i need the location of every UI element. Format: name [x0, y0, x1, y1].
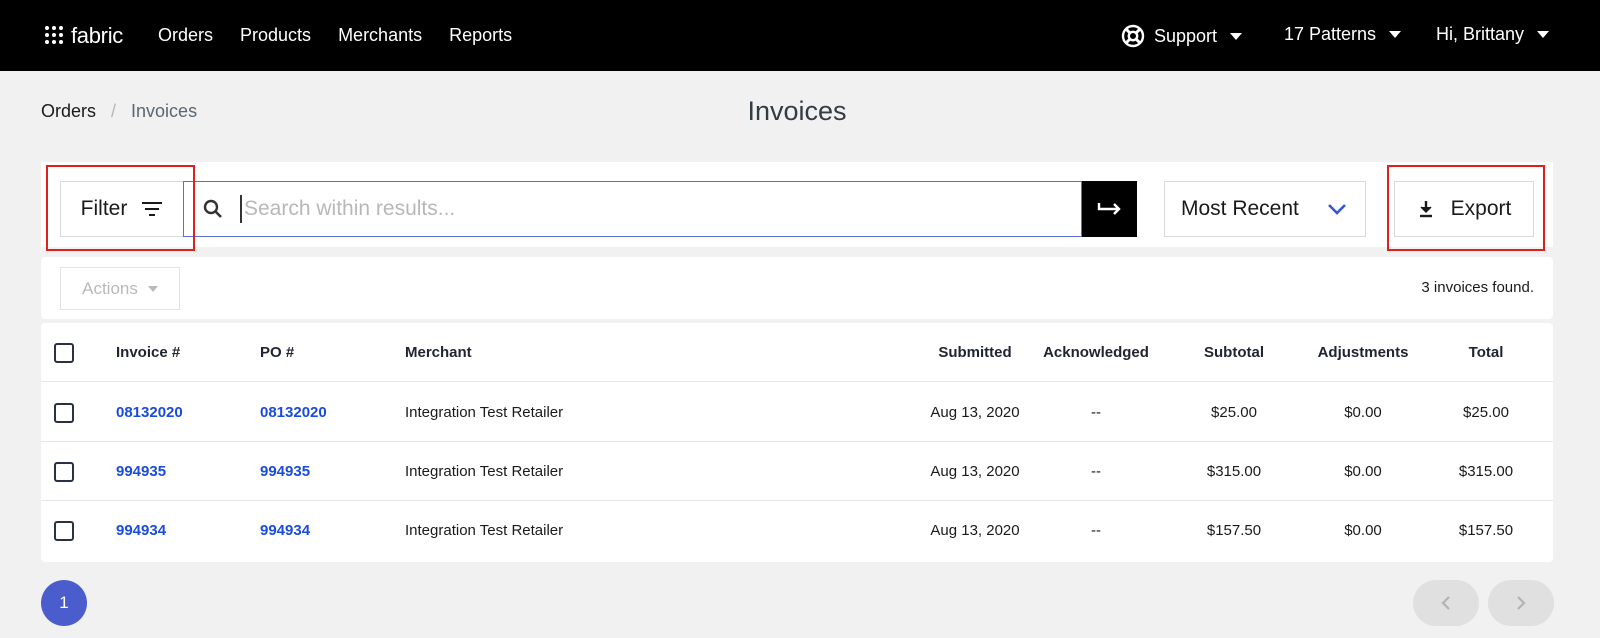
- total-cell: $25.00: [1463, 404, 1509, 421]
- sort-label: Most Recent: [1181, 197, 1299, 220]
- invoice-link[interactable]: 994934: [116, 501, 166, 560]
- merchant-cell: Integration Test Retailer: [405, 463, 564, 480]
- header-merchant: Merchant: [405, 344, 472, 361]
- search-submit-button[interactable]: [1082, 181, 1137, 237]
- patterns-label: 17 Patterns: [1284, 24, 1377, 44]
- prev-page-button[interactable]: [1413, 580, 1479, 626]
- search-icon: [203, 199, 222, 218]
- chevron-right-icon: [1517, 596, 1526, 610]
- total-cell: $315.00: [1458, 463, 1514, 480]
- chevron-down-icon: [1327, 204, 1346, 215]
- subtotal-cell: $157.50: [1206, 522, 1262, 539]
- chevron-down-icon: [1537, 31, 1550, 38]
- lifebuoy-icon: [1121, 24, 1145, 48]
- adjustments-cell: $0.00: [1344, 463, 1382, 480]
- sort-select[interactable]: Most Recent: [1164, 181, 1366, 237]
- highlight-box-export: [1387, 165, 1545, 251]
- chevron-down-icon: [147, 285, 158, 292]
- highlight-box-filter: [46, 165, 195, 251]
- row-checkbox[interactable]: [54, 402, 74, 423]
- merchant-cell: Integration Test Retailer: [405, 404, 564, 421]
- main-nav: Orders Products Merchants Reports: [158, 25, 512, 46]
- arrow-right-icon: [1097, 203, 1121, 215]
- header-adjustments: Adjustments: [1317, 344, 1409, 361]
- table-header-row: Invoice # PO # Merchant Submitted Acknow…: [41, 323, 1553, 382]
- search-input[interactable]: [240, 195, 1040, 223]
- submitted-cell: Aug 13, 2020: [930, 463, 1020, 480]
- nav-link-merchants[interactable]: Merchants: [338, 25, 422, 46]
- header-subtotal: Subtotal: [1204, 344, 1264, 361]
- nav-link-orders[interactable]: Orders: [158, 25, 213, 46]
- brand-name: fabric: [71, 23, 123, 48]
- po-link[interactable]: 08132020: [260, 383, 327, 442]
- brand-logo[interactable]: fabric: [45, 23, 123, 49]
- row-checkbox[interactable]: [54, 520, 74, 541]
- row-checkbox[interactable]: [54, 461, 74, 482]
- chevron-left-icon: [1441, 596, 1450, 610]
- po-link[interactable]: 994934: [260, 501, 310, 560]
- next-page-button[interactable]: [1488, 580, 1554, 626]
- search-box: [183, 181, 1082, 237]
- acknowledged-cell: --: [1091, 404, 1101, 421]
- header-acknowledged: Acknowledged: [1043, 344, 1149, 361]
- actions-label: Actions: [82, 278, 138, 298]
- table-row: 994935 994935 Integration Test Retailer …: [41, 442, 1553, 501]
- support-menu[interactable]: Support: [1121, 24, 1243, 48]
- logo-dots-icon: [45, 26, 65, 46]
- header-submitted: Submitted: [938, 344, 1012, 361]
- merchant-cell: Integration Test Retailer: [405, 522, 564, 539]
- adjustments-cell: $0.00: [1344, 522, 1382, 539]
- header-invoice: Invoice #: [116, 344, 181, 361]
- acknowledged-cell: --: [1091, 522, 1101, 539]
- table-row: 08132020 08132020 Integration Test Retai…: [41, 383, 1553, 442]
- invoice-link[interactable]: 994935: [116, 442, 166, 501]
- nav-link-products[interactable]: Products: [240, 25, 311, 46]
- user-greeting: Hi, Brittany: [1436, 24, 1525, 44]
- subtotal-cell: $315.00: [1206, 463, 1262, 480]
- page-button-1[interactable]: 1: [41, 580, 87, 626]
- actions-dropdown[interactable]: Actions: [60, 267, 180, 310]
- page-title: Invoices: [747, 96, 847, 126]
- chevron-down-icon: [1230, 32, 1243, 40]
- patterns-menu[interactable]: 17 Patterns: [1284, 24, 1402, 45]
- chevron-down-icon: [1389, 31, 1402, 38]
- user-menu[interactable]: Hi, Brittany: [1436, 24, 1550, 45]
- submitted-cell: Aug 13, 2020: [930, 404, 1020, 421]
- select-all-checkbox[interactable]: [54, 342, 74, 363]
- adjustments-cell: $0.00: [1344, 404, 1382, 421]
- subtotal-cell: $25.00: [1211, 404, 1257, 421]
- header-total: Total: [1468, 344, 1504, 361]
- submitted-cell: Aug 13, 2020: [930, 522, 1020, 539]
- support-label: Support: [1154, 25, 1218, 46]
- acknowledged-cell: --: [1091, 463, 1101, 480]
- total-cell: $157.50: [1458, 522, 1514, 539]
- invoice-link[interactable]: 08132020: [116, 383, 183, 442]
- po-link[interactable]: 994935: [260, 442, 310, 501]
- actions-bar: [41, 257, 1553, 319]
- results-count: 3 invoices found.: [1421, 279, 1534, 296]
- invoices-table: Invoice # PO # Merchant Submitted Acknow…: [41, 323, 1553, 562]
- table-row: 994934 994934 Integration Test Retailer …: [41, 501, 1553, 560]
- nav-link-reports[interactable]: Reports: [449, 25, 512, 46]
- top-nav: fabric Orders Products Merchants Reports…: [0, 0, 1600, 71]
- header-po: PO #: [260, 344, 295, 361]
